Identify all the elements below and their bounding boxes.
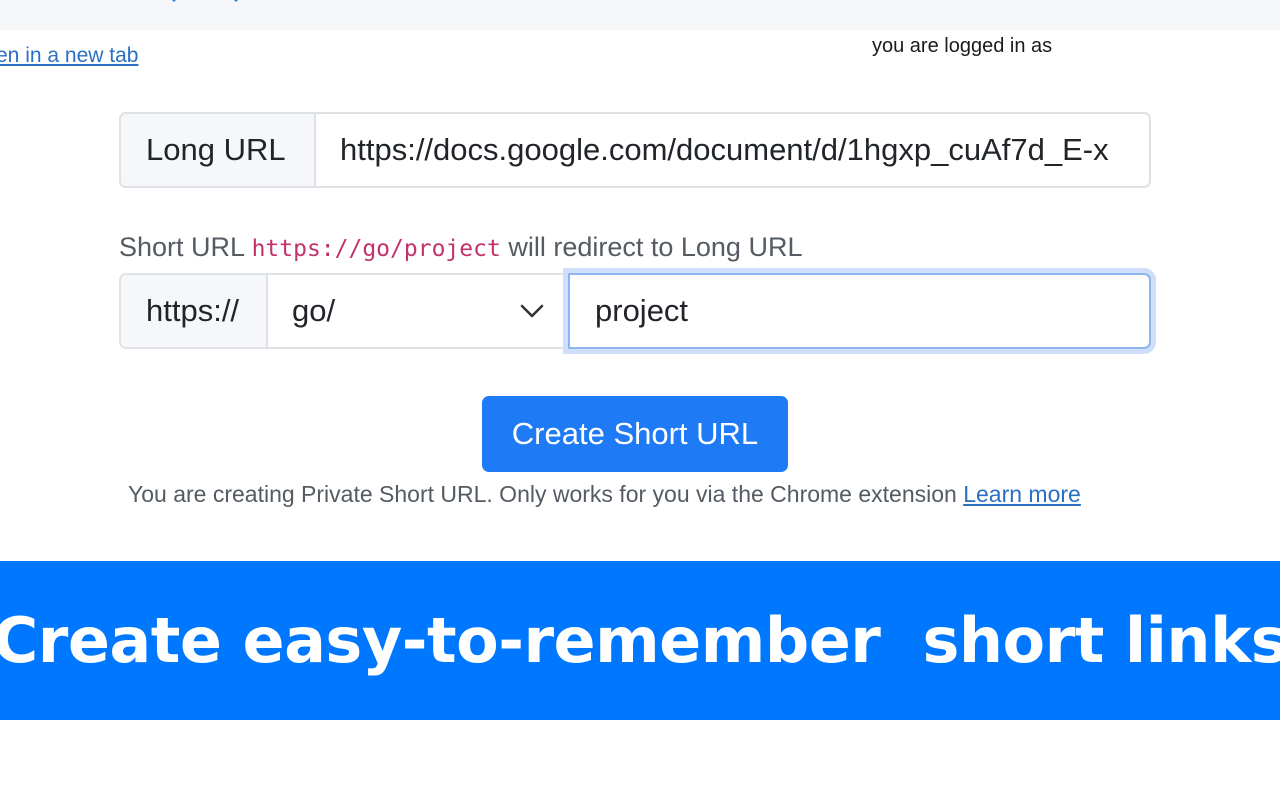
learn-more-link[interactable]: Learn more bbox=[963, 481, 1081, 507]
long-url-label: Long URL bbox=[121, 114, 316, 186]
long-url-group: Long URL https://docs.google.com/documen… bbox=[119, 112, 1151, 188]
logo-icon bbox=[171, 0, 239, 3]
create-short-url-button[interactable]: Create Short URL bbox=[482, 396, 788, 472]
domain-select-value: go/ bbox=[292, 293, 336, 328]
open-in-new-tab-link[interactable]: en in a new tab bbox=[0, 44, 138, 68]
promo-banner: Create easy-to-remember short links bbox=[0, 561, 1280, 720]
redirect-hint: Short URL https://go/project will redire… bbox=[119, 232, 802, 263]
hint-short-url: https://go/project bbox=[251, 236, 501, 262]
hint-suffix: will redirect to Long URL bbox=[508, 232, 803, 262]
top-bar bbox=[0, 0, 1280, 30]
short-url-group: https:// go/ project bbox=[119, 273, 1151, 349]
banner-headline: Create easy-to-remember short links bbox=[0, 604, 1280, 677]
domain-select[interactable]: go/ bbox=[268, 275, 568, 347]
scheme-label: https:// bbox=[121, 275, 268, 347]
hint-prefix: Short URL bbox=[119, 232, 245, 262]
chevron-down-icon bbox=[520, 304, 544, 318]
long-url-input[interactable]: https://docs.google.com/document/d/1hgxp… bbox=[316, 114, 1149, 186]
logged-in-status: you are logged in as bbox=[872, 35, 1053, 57]
private-note-text: You are creating Private Short URL. Only… bbox=[128, 481, 957, 507]
page: en in a new tab you are logged in as Lon… bbox=[0, 0, 1280, 800]
short-url-slug-input[interactable]: project bbox=[568, 273, 1151, 349]
private-note: You are creating Private Short URL. Only… bbox=[128, 481, 1081, 508]
